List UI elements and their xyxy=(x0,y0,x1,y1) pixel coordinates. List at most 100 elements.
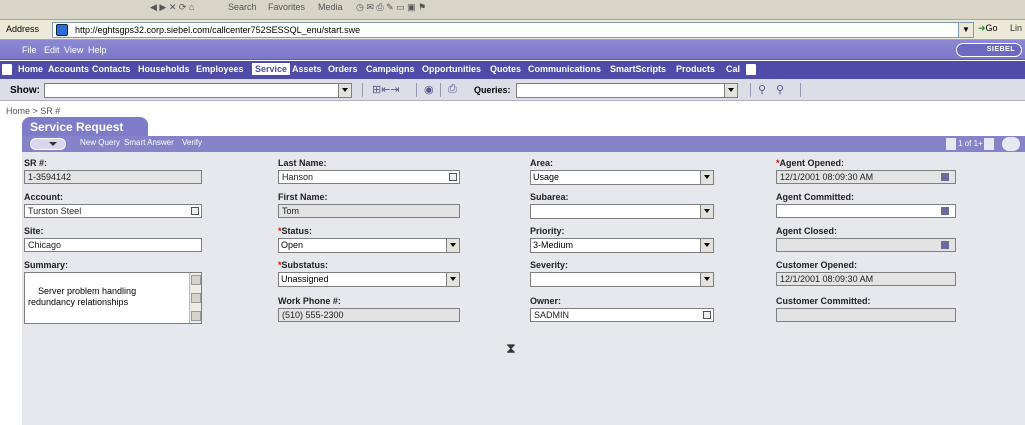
tab-contacts[interactable]: Contacts xyxy=(92,64,131,74)
previous-record-icon[interactable] xyxy=(946,138,956,150)
toolbar-misc-icons[interactable]: ◷ ✉ ⎙ ✎ ▭ ▣ ⚑ xyxy=(356,2,426,16)
summary-scrollbar[interactable] xyxy=(189,273,201,323)
search-icon[interactable]: ⚲ xyxy=(758,83,766,97)
links-button[interactable]: Lin xyxy=(1010,23,1022,33)
area-value: Usage xyxy=(533,172,560,182)
tab-campaigns[interactable]: Campaigns xyxy=(366,64,415,74)
last-name-label: Last Name: xyxy=(278,158,327,168)
last-name-field[interactable]: Hanson xyxy=(278,170,460,184)
priority-select[interactable]: 3-Medium xyxy=(530,238,714,253)
menu-edit[interactable]: Edit xyxy=(44,45,60,55)
tab-quotes[interactable]: Quotes xyxy=(490,64,521,74)
smart-answer-link[interactable]: Smart Answer xyxy=(124,138,174,147)
sr-label: SR #: xyxy=(24,158,48,168)
summary-textarea[interactable]: Server problem handling redundancy relat… xyxy=(24,272,202,324)
summary-value: Server problem handling redundancy relat… xyxy=(28,286,137,307)
tab-scroll-left-icon[interactable] xyxy=(2,64,12,75)
tab-households[interactable]: Households xyxy=(138,64,190,74)
address-dropdown-icon[interactable]: ▼ xyxy=(958,22,974,38)
site-field[interactable]: Chicago xyxy=(24,238,202,252)
agent-closed-field[interactable] xyxy=(776,238,956,252)
last-name-value: Hanson xyxy=(282,172,314,182)
status-value: Open xyxy=(281,240,304,250)
first-name-label: First Name: xyxy=(278,192,328,202)
chevron-down-icon xyxy=(700,239,713,252)
search-toolbar-button[interactable]: Search xyxy=(228,2,257,16)
pick-icon[interactable] xyxy=(449,173,457,181)
customer-opened-field[interactable]: 12/1/2001 08:09:30 AM xyxy=(776,272,956,286)
tab-assets[interactable]: Assets xyxy=(292,64,322,74)
toolbar-separator xyxy=(416,83,417,97)
scroll-thumb[interactable] xyxy=(191,293,201,303)
scroll-up-icon[interactable] xyxy=(191,275,201,285)
applet-menu-button[interactable] xyxy=(30,138,66,150)
breadcrumb[interactable]: Home > SR # xyxy=(6,106,60,116)
favorites-toolbar-button[interactable]: Favorites xyxy=(268,2,305,16)
severity-select[interactable] xyxy=(530,272,714,287)
calendar-icon[interactable] xyxy=(941,207,949,215)
tab-employees[interactable]: Employees xyxy=(196,64,244,74)
tab-orders[interactable]: Orders xyxy=(328,64,358,74)
substatus-select[interactable]: Unassigned xyxy=(278,272,460,287)
toolbar-separator xyxy=(800,83,801,97)
tab-scroll-right-icon[interactable] xyxy=(746,64,756,75)
agent-opened-label: *Agent Opened: xyxy=(776,158,845,168)
calendar-icon[interactable] xyxy=(941,173,949,181)
new-query-link[interactable]: New Query xyxy=(80,138,120,147)
address-label: Address xyxy=(6,24,40,34)
chevron-down-icon xyxy=(446,273,459,286)
owner-field[interactable]: SADMIN xyxy=(530,308,714,322)
url-input[interactable]: http://eghtsgps32.corp.siebel.com/callce… xyxy=(52,22,960,38)
media-toolbar-button[interactable]: Media xyxy=(318,2,343,16)
menu-file[interactable]: File xyxy=(22,45,37,55)
status-label: *Status: xyxy=(278,226,313,236)
menu-view[interactable]: View xyxy=(64,45,83,55)
tab-communications[interactable]: Communications xyxy=(528,64,601,74)
search-advanced-icon[interactable]: ⚲ xyxy=(776,83,784,97)
subarea-select[interactable] xyxy=(530,204,714,219)
tab-home[interactable]: Home xyxy=(18,64,43,74)
url-text: http://eghtsgps32.corp.siebel.com/callce… xyxy=(75,25,361,35)
toggle-view-icon[interactable] xyxy=(1002,137,1020,151)
tab-smartscripts[interactable]: SmartScripts xyxy=(610,64,666,74)
tab-products[interactable]: Products xyxy=(676,64,715,74)
agent-committed-field[interactable] xyxy=(776,204,956,218)
print-icon[interactable]: ⎙ xyxy=(448,83,457,97)
back-forward-icons[interactable]: ◀ ▶ ✕ ⟳ ⌂ xyxy=(150,2,194,16)
tab-service[interactable]: Service xyxy=(252,63,291,75)
sr-field[interactable]: 1-3594142 xyxy=(24,170,202,184)
record-nav-icon[interactable]: ⊞⇤⇥ xyxy=(372,83,400,97)
site-label: Site: xyxy=(24,226,44,236)
service-request-form: SR #: 1-3594142 Account: Turston Steel S… xyxy=(22,152,1025,425)
scroll-down-icon[interactable] xyxy=(191,311,201,321)
calendar-icon[interactable] xyxy=(941,241,949,249)
customer-committed-label: Customer Committed: xyxy=(776,296,871,306)
severity-label: Severity: xyxy=(530,260,569,270)
area-select[interactable]: Usage xyxy=(530,170,714,185)
sync-icon[interactable]: ◉ xyxy=(424,83,434,97)
record-count: 1 of 1+ xyxy=(958,139,983,148)
verify-link[interactable]: Verify xyxy=(182,138,202,147)
tab-accounts[interactable]: Accounts xyxy=(48,64,89,74)
pick-icon[interactable] xyxy=(191,207,199,215)
show-select[interactable] xyxy=(44,83,352,98)
tab-cal[interactable]: Cal xyxy=(726,64,740,74)
work-phone-label: Work Phone #: xyxy=(278,296,341,306)
customer-committed-field[interactable] xyxy=(776,308,956,322)
first-name-field[interactable]: Tom xyxy=(278,204,460,218)
status-select[interactable]: Open xyxy=(278,238,460,253)
hourglass-icon: ⧗ xyxy=(506,340,516,356)
next-record-icon[interactable] xyxy=(984,138,994,150)
page-icon xyxy=(56,24,68,36)
queries-select[interactable] xyxy=(516,83,738,98)
substatus-label: *Substatus: xyxy=(278,260,329,270)
priority-value: 3-Medium xyxy=(533,240,574,250)
owner-label: Owner: xyxy=(530,296,562,306)
pick-icon[interactable] xyxy=(703,311,711,319)
go-button[interactable]: ➜Go xyxy=(978,23,998,34)
account-field[interactable]: Turston Steel xyxy=(24,204,202,218)
agent-opened-field[interactable]: 12/1/2001 08:09:30 AM xyxy=(776,170,956,184)
work-phone-field[interactable]: (510) 555-2300 xyxy=(278,308,460,322)
tab-opportunities[interactable]: Opportunities xyxy=(422,64,481,74)
menu-help[interactable]: Help xyxy=(88,45,107,55)
